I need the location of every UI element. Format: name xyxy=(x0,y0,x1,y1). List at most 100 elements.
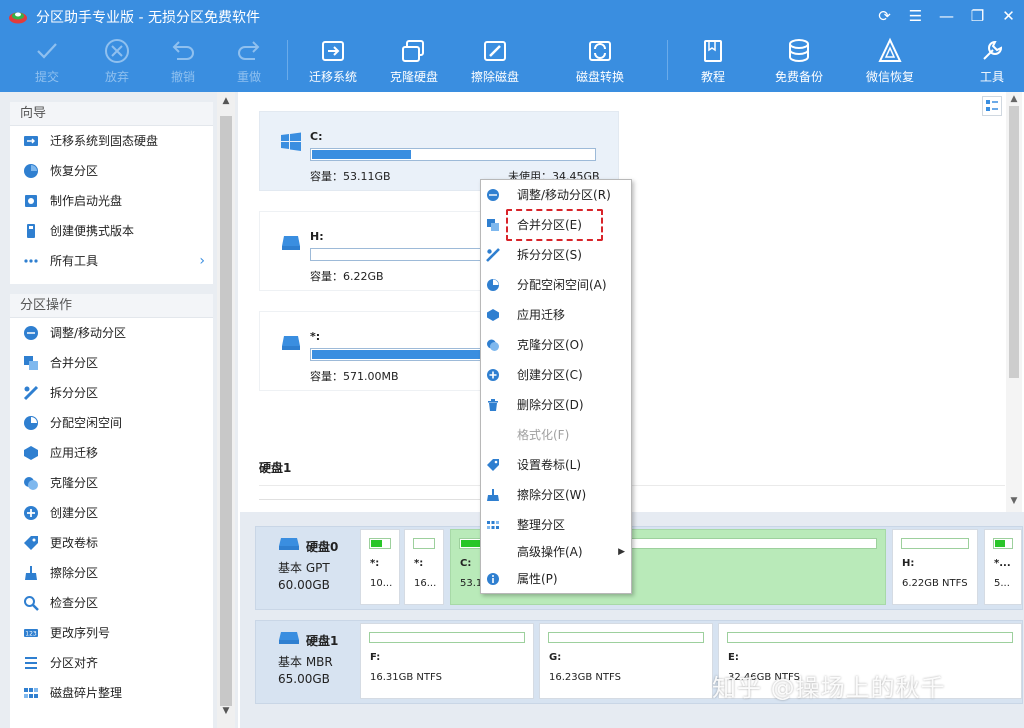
clone-disk-button[interactable]: 克隆硬盘 xyxy=(379,34,449,90)
sidebar-item-migrate-ssd[interactable]: 迁移系统到固态硬盘 xyxy=(10,126,213,156)
discard-button[interactable]: 放弃 xyxy=(82,34,152,90)
menu-item-split[interactable]: 拆分分区(S) xyxy=(481,242,631,268)
menu-item-allocate[interactable]: 分配空闲空间(A) xyxy=(481,272,631,298)
wipe-disk-icon xyxy=(460,34,530,66)
undo-button[interactable]: 撤销 xyxy=(148,34,218,90)
menu-item-properties[interactable]: 属性(P) xyxy=(481,566,631,592)
menu-icon[interactable]: ☰ xyxy=(900,0,931,32)
disk-row-0[interactable]: 硬盘0 基本 GPT 60.00GB *: 10... *: 16... C: … xyxy=(255,526,1023,610)
menu-item-format[interactable]: 格式化(F) xyxy=(481,422,631,448)
minimize-icon[interactable]: — xyxy=(931,0,962,32)
toolbar-separator xyxy=(667,40,668,80)
sidebar-item-merge-partition[interactable]: 合并分区 xyxy=(10,348,213,378)
menu-item-set-label[interactable]: 设置卷标(L) xyxy=(481,452,631,478)
menu-item-create[interactable]: 创建分区(C) xyxy=(481,362,631,388)
sidebar-item-clone-partition[interactable]: 克隆分区 xyxy=(10,468,213,498)
app-title: 分区助手专业版 - 无损分区免费软件 xyxy=(36,10,260,26)
create-icon xyxy=(487,369,499,381)
migrate-os-button[interactable]: 迁移系统 xyxy=(298,34,368,90)
sidebar-item-align-partition[interactable]: 分区对齐 xyxy=(10,648,213,678)
main-scrollbar[interactable]: ▲ ▼ xyxy=(1006,92,1022,512)
scrollbar-thumb[interactable] xyxy=(220,116,232,706)
sidebar-scrollbar[interactable]: ▲ ▼ xyxy=(217,92,235,728)
disk-convert-button[interactable]: 磁盘转换 xyxy=(565,34,635,90)
redo-button[interactable]: 重做 xyxy=(214,34,284,90)
scrollbar-thumb[interactable] xyxy=(1009,106,1019,378)
partition-segment[interactable]: F: 16.31GB NTFS xyxy=(360,623,534,699)
label-icon xyxy=(487,459,499,471)
migrate-icon xyxy=(487,309,499,321)
clone-icon xyxy=(487,339,499,351)
wechat-recovery-icon xyxy=(855,34,925,66)
defrag-icon xyxy=(24,688,38,698)
wizard-title: 向导 xyxy=(10,102,213,126)
wrench-icon xyxy=(957,34,1024,66)
sidebar-item-change-serial[interactable]: 123 更改序列号 xyxy=(10,618,213,648)
recover-partition-icon xyxy=(24,164,38,178)
scroll-up-icon[interactable]: ▲ xyxy=(1006,94,1022,104)
segment-bar xyxy=(901,538,969,549)
sidebar-item-create-partition[interactable]: 创建分区 xyxy=(10,498,213,528)
resize-icon xyxy=(24,326,38,340)
bootable-disc-icon xyxy=(25,195,37,207)
sidebar-item-bootable-disc[interactable]: 制作启动光盘 xyxy=(10,186,213,216)
segment-bar xyxy=(369,632,525,643)
sidebar-item-resize-partition[interactable]: 调整/移动分区 xyxy=(10,318,213,348)
operations-title: 分区操作 xyxy=(10,294,213,318)
view-toggle-button[interactable] xyxy=(982,96,1002,116)
split-icon xyxy=(23,385,39,401)
disk1-header: 硬盘1 xyxy=(259,461,292,475)
refresh-icon[interactable]: ⟳ xyxy=(869,0,900,32)
sidebar-item-change-label[interactable]: 更改卷标 xyxy=(10,528,213,558)
tutorial-button[interactable]: 教程 xyxy=(678,34,748,90)
partition-segment[interactable]: *: 16... xyxy=(404,529,444,605)
tools-button[interactable]: 工具 xyxy=(957,34,1024,90)
segment-fill xyxy=(995,540,1005,547)
redo-icon xyxy=(214,34,284,66)
top-bar: 分区助手专业版 - 无损分区免费软件 ⟳ ☰ — ❐ ✕ 提交 放弃 撤销 重做 xyxy=(0,0,1024,92)
app-logo-icon xyxy=(9,12,27,24)
scroll-up-icon[interactable]: ▲ xyxy=(217,96,235,106)
menu-item-apply-migrate[interactable]: 应用迁移 xyxy=(481,302,631,328)
menu-item-delete[interactable]: 删除分区(D) xyxy=(481,392,631,418)
partition-segment[interactable]: H: 6.22GB NTFS xyxy=(892,529,978,605)
menu-item-advanced[interactable]: 高级操作(A) ▶ xyxy=(481,539,631,565)
maximize-icon[interactable]: ❐ xyxy=(962,0,993,32)
wechat-recovery-button[interactable]: 微信恢复 xyxy=(855,34,925,90)
split-icon xyxy=(486,248,500,262)
undo-icon xyxy=(148,34,218,66)
disk-info: 硬盘0 基本 GPT 60.00GB xyxy=(256,527,356,609)
partition-segment[interactable]: G: 16.23GB NTFS xyxy=(539,623,713,699)
windows-icon xyxy=(281,132,301,151)
drive-icon xyxy=(282,336,300,350)
window-controls: ⟳ ☰ — ❐ ✕ xyxy=(869,0,1024,32)
free-backup-button[interactable]: 免费备份 xyxy=(764,34,834,90)
drive-icon xyxy=(282,236,300,250)
sidebar-item-all-tools[interactable]: 所有工具 › xyxy=(10,246,213,276)
wipe-disk-button[interactable]: 擦除磁盘 xyxy=(460,34,530,90)
sidebar-item-defrag[interactable]: 磁盘碎片整理 xyxy=(10,678,213,708)
create-icon xyxy=(24,506,38,520)
menu-item-defrag[interactable]: 整理分区 xyxy=(481,512,631,538)
sidebar-item-wipe-partition[interactable]: 擦除分区 xyxy=(10,558,213,588)
sidebar-item-allocate-space[interactable]: 分配空闲空间 xyxy=(10,408,213,438)
sidebar-item-recover-partition[interactable]: 恢复分区 xyxy=(10,156,213,186)
sidebar-item-split-partition[interactable]: 拆分分区 xyxy=(10,378,213,408)
wipe-icon xyxy=(25,566,37,580)
partition-segment[interactable]: *: 10... xyxy=(360,529,400,605)
commit-button[interactable]: 提交 xyxy=(12,34,82,90)
migrate-ssd-icon xyxy=(24,136,38,146)
migrate-icon xyxy=(24,446,38,460)
sidebar: 向导 迁移系统到固态硬盘 恢复分区 制作启动光盘 创建便携式版本 所有工具 › … xyxy=(0,92,238,728)
context-menu: 调整/移动分区(R) 合并分区(E) 拆分分区(S) 分配空闲空间(A) 应用迁… xyxy=(480,179,632,594)
close-icon[interactable]: ✕ xyxy=(993,0,1024,32)
menu-item-wipe[interactable]: 擦除分区(W) xyxy=(481,482,631,508)
scroll-down-icon[interactable]: ▼ xyxy=(217,706,235,716)
menu-item-resize[interactable]: 调整/移动分区(R) xyxy=(481,182,631,208)
sidebar-item-portable-version[interactable]: 创建便携式版本 xyxy=(10,216,213,246)
sidebar-item-check-partition[interactable]: 检查分区 xyxy=(10,588,213,618)
scroll-down-icon[interactable]: ▼ xyxy=(1006,496,1022,506)
sidebar-item-apply-migrate[interactable]: 应用迁移 xyxy=(10,438,213,468)
menu-item-clone[interactable]: 克隆分区(O) xyxy=(481,332,631,358)
partition-segment[interactable]: *... 5... xyxy=(984,529,1022,605)
